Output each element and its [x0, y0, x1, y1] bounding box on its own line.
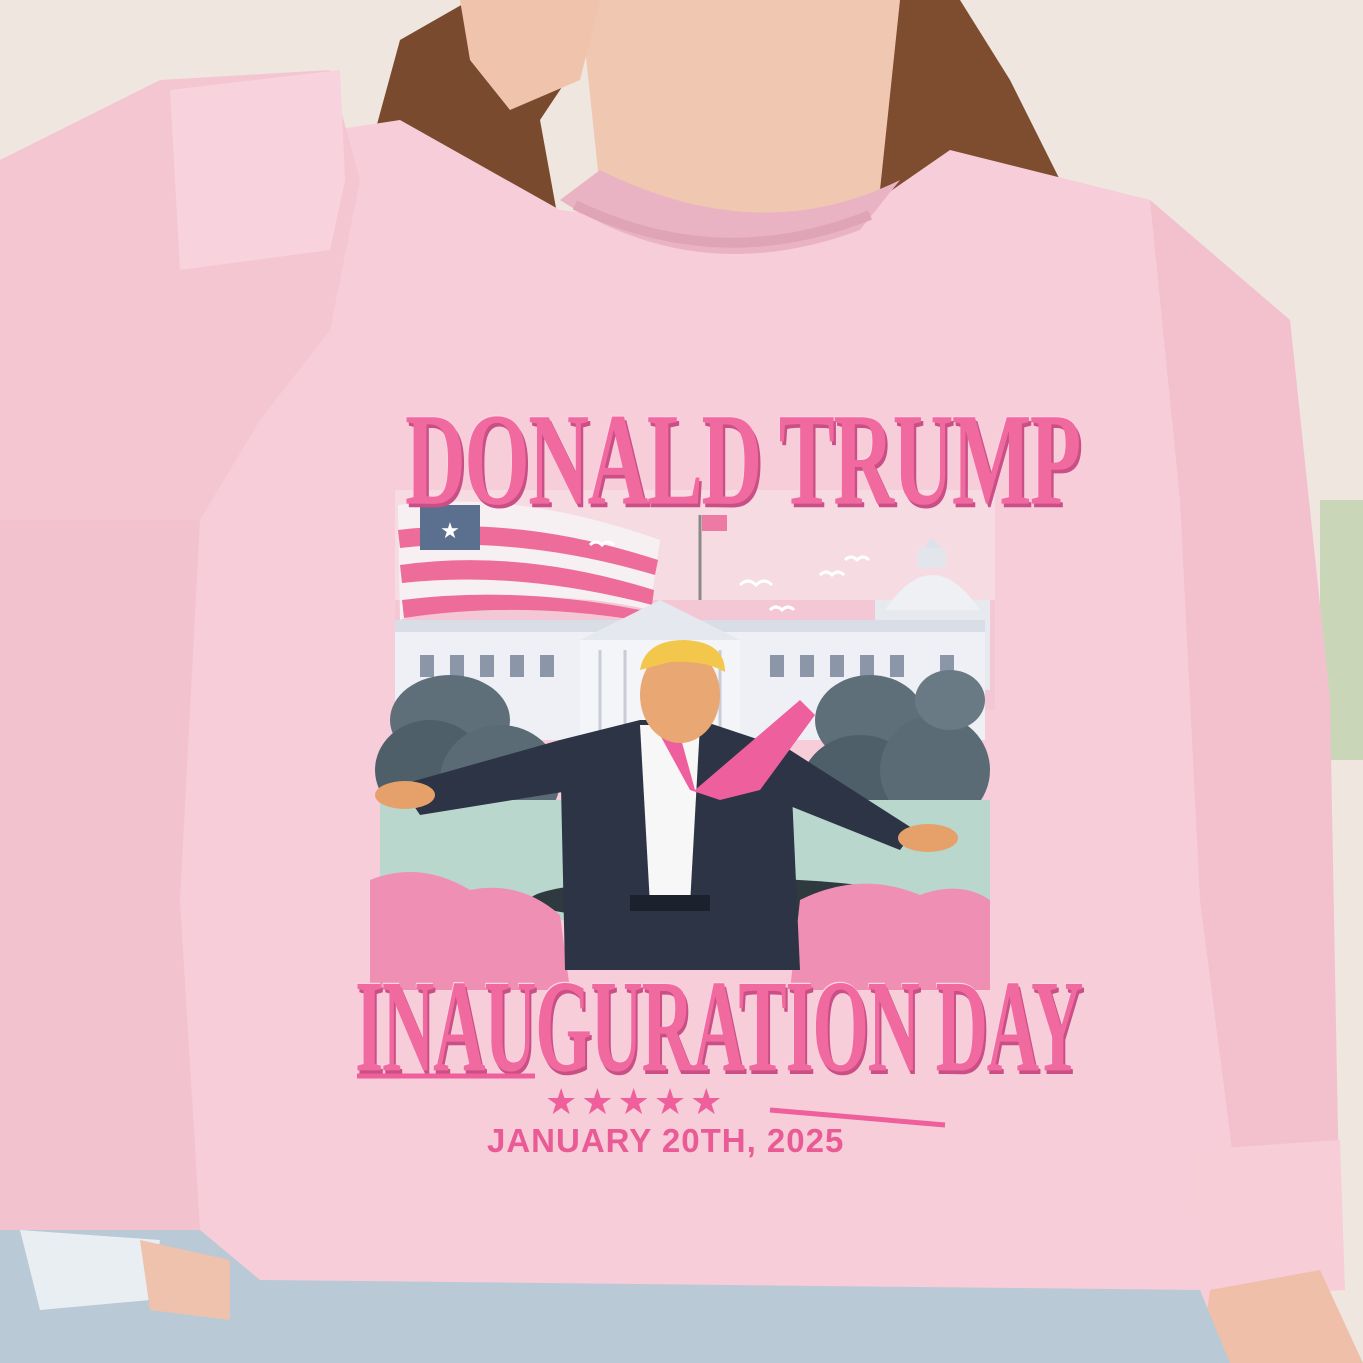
star-icon-row: ★★★★★ [545, 1081, 727, 1122]
print-date: JANUARY 20TH, 2025 [487, 1122, 845, 1159]
